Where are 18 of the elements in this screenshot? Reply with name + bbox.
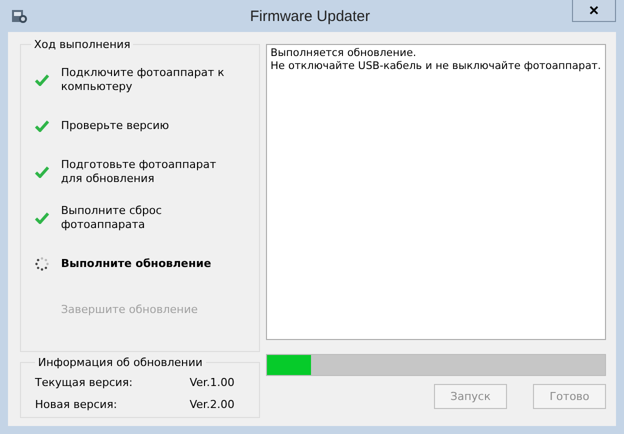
group-title: Ход выполнения bbox=[33, 38, 132, 51]
step-label: Проверьте версию bbox=[61, 119, 170, 133]
version-value: Ver.2.00 bbox=[190, 398, 235, 410]
log-text-area[interactable]: Выполняется обновление. Не отключайте USB-кабель и не выключайте фотоаппарат. bbox=[266, 44, 606, 340]
close-button[interactable]: ✕ bbox=[572, 0, 616, 22]
version-label: Новая версия: bbox=[35, 398, 118, 410]
app-icon bbox=[10, 7, 28, 25]
log-line: Не отключайте USB-кабель и не выключайте фотоаппарат. bbox=[270, 60, 601, 73]
log-line: Выполняется обновление. bbox=[270, 47, 418, 60]
step-label: Подключите фотоаппарат к компьютеру bbox=[61, 66, 226, 94]
version-label: Текущая версия: bbox=[35, 376, 133, 388]
version-value: Ver.1.00 bbox=[190, 376, 235, 388]
step-label: Завершите обновление bbox=[61, 303, 199, 317]
window-title: Firmware Updater bbox=[248, 8, 372, 24]
step-label: Выполните сброс фотоаппарата bbox=[61, 204, 163, 232]
group-title: Информация об обновлении bbox=[37, 356, 204, 369]
step-label: Подготовьте фотоаппарат для обновления bbox=[61, 158, 218, 186]
step-label: Выполните обновление bbox=[61, 257, 212, 271]
